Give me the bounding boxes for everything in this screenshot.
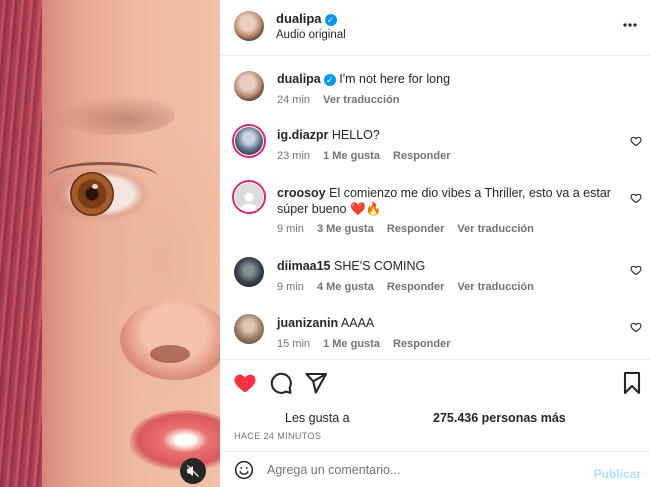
speaker-muted-icon (187, 465, 199, 477)
audio-link[interactable]: Audio original (276, 29, 346, 41)
comment-emoji: ❤️🔥 (350, 202, 382, 216)
video-frame-brow (55, 95, 175, 135)
default-avatar-icon (240, 192, 258, 211)
caption-meta: 24 min Ver traducción (277, 94, 410, 106)
verified-icon: ✓ (323, 74, 336, 86)
reply-button[interactable]: Responder (393, 150, 450, 162)
verified-icon: ✓ (324, 14, 337, 26)
comment-time[interactable]: 23 min (277, 150, 310, 162)
liked-heart-icon[interactable] (233, 371, 257, 395)
comment-text: HELLO? (331, 128, 380, 142)
comment-meta: 15 min 1 Me gusta Responder (277, 338, 460, 350)
comment-likes[interactable]: 4 Me gusta (317, 281, 374, 293)
post-video[interactable] (0, 0, 220, 487)
comment-likes[interactable]: 3 Me gusta (317, 223, 374, 235)
comment-item: ig.diazpr HELLO? 23 min 1 Me gusta Respo… (220, 122, 650, 172)
emoji-icon[interactable] (234, 460, 254, 480)
share-icon[interactable] (304, 371, 328, 395)
avatar[interactable] (234, 11, 264, 41)
divider (220, 359, 650, 360)
comment-username[interactable]: ig.diazpr (277, 128, 328, 142)
caption-text: I'm not here for long (339, 72, 451, 86)
comment-time[interactable]: 15 min (277, 338, 310, 350)
comment-item: juanizanin AAAA 15 min 1 Me gusta Respon… (220, 312, 650, 357)
reply-button[interactable]: Responder (387, 223, 444, 235)
header-user: dualipa ✓ (276, 11, 337, 26)
comment-text: SHE'S COMING (334, 259, 426, 273)
comment-username[interactable]: croosoy (277, 186, 326, 200)
more-options-icon[interactable] (622, 17, 638, 34)
likes-count-link[interactable]: 275.436 personas más (433, 411, 566, 425)
video-frame-iris (70, 172, 114, 216)
comment-text-line: diimaa15 SHE'S COMING (277, 258, 617, 274)
comment-meta: 9 min 3 Me gusta Responder Ver traducció… (277, 223, 544, 235)
comment-text-line: croosoy El comienzo me dio vibes a Thril… (277, 185, 617, 217)
like-comment-heart-icon[interactable] (630, 321, 642, 333)
caption-text-line: dualipa ✓ I'm not here for long (277, 71, 617, 87)
comment-item: diimaa15 SHE'S COMING 9 min 4 Me gusta R… (220, 255, 650, 305)
comment-likes[interactable]: 1 Me gusta (323, 338, 380, 350)
video-frame-glint (92, 184, 98, 189)
comment-input[interactable] (267, 461, 577, 479)
translate-link[interactable]: Ver traducción (457, 223, 533, 235)
post-header: dualipa ✓ Audio original (220, 0, 650, 56)
reply-button[interactable]: Responder (393, 338, 450, 350)
comment-time[interactable]: 9 min (277, 281, 304, 293)
reply-button[interactable]: Responder (387, 281, 444, 293)
comment-meta: 9 min 4 Me gusta Responder Ver traducció… (277, 281, 544, 293)
post-side-panel: dualipa ✓ Audio original dualipa ✓ I'm not… (220, 0, 650, 487)
translate-link[interactable]: Ver traducción (323, 94, 399, 106)
video-frame-hair (0, 0, 42, 487)
comment-likes[interactable]: 1 Me gusta (323, 150, 380, 162)
save-bookmark-icon[interactable] (621, 371, 643, 395)
comment-item: croosoy El comienzo me dio vibes a Thril… (220, 180, 650, 240)
avatar[interactable] (234, 314, 264, 344)
like-comment-heart-icon[interactable] (630, 192, 642, 204)
post-actions-bar (220, 371, 650, 395)
comment-meta: 23 min 1 Me gusta Responder (277, 150, 460, 162)
header-username[interactable]: dualipa (276, 11, 322, 26)
publish-button[interactable]: Publicar (594, 467, 641, 481)
avatar[interactable] (232, 180, 266, 214)
comment-text-line: ig.diazpr HELLO? (277, 127, 617, 143)
video-frame-nose (120, 300, 220, 380)
post-timestamp[interactable]: HACE 24 MINUTOS (234, 431, 321, 441)
caption-time[interactable]: 24 min (277, 94, 310, 106)
mute-button[interactable] (180, 458, 206, 484)
comment-composer: Publicar (220, 452, 650, 487)
video-frame-nostril (150, 345, 190, 363)
video-frame-lips (130, 410, 220, 470)
comment-username[interactable]: diimaa15 (277, 259, 331, 273)
like-comment-heart-icon[interactable] (630, 264, 642, 276)
likes-label: Les gusta a (285, 411, 350, 425)
avatar[interactable] (234, 71, 264, 101)
like-comment-heart-icon[interactable] (630, 135, 642, 147)
comment-text: El comienzo me dio vibes a Thriller, est… (277, 186, 611, 216)
comment-text: AAAA (340, 316, 375, 330)
translate-link[interactable]: Ver traducción (457, 281, 533, 293)
avatar[interactable] (234, 257, 264, 287)
comment-icon[interactable] (269, 371, 293, 395)
caption-username[interactable]: dualipa (277, 72, 321, 86)
comment-time[interactable]: 9 min (277, 223, 304, 235)
caption: dualipa ✓ I'm not here for long 24 min Ve… (220, 68, 650, 108)
comment-username[interactable]: juanizanin (277, 316, 338, 330)
comment-text-line: juanizanin AAAA (277, 315, 617, 331)
avatar[interactable] (232, 124, 266, 158)
